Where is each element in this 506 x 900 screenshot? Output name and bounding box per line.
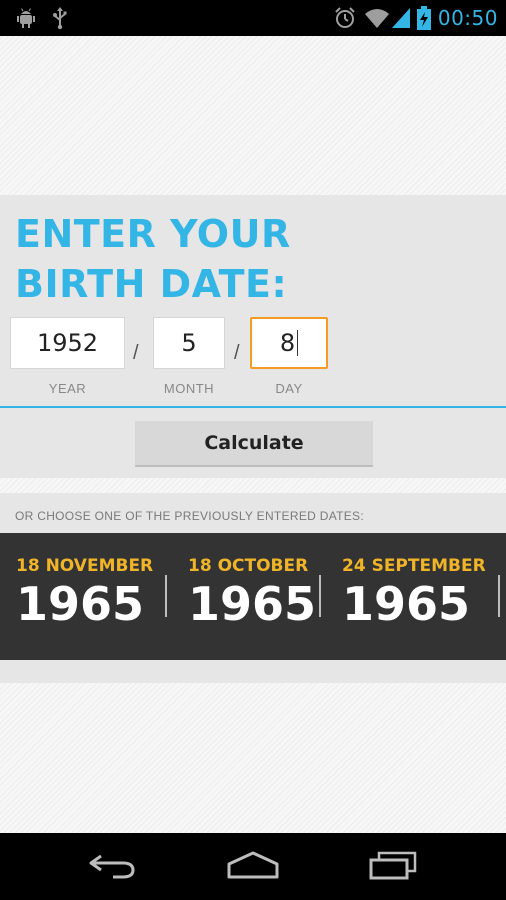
month-input[interactable]: 5	[153, 317, 225, 369]
wifi-icon	[364, 6, 390, 35]
usb-icon	[50, 6, 70, 35]
calculate-button[interactable]: Calculate	[135, 421, 373, 467]
back-button[interactable]	[78, 845, 148, 889]
recent-apps-button[interactable]	[358, 845, 428, 889]
status-bar: 00:50	[0, 0, 506, 36]
home-button[interactable]	[218, 845, 288, 889]
day-input[interactable]: 8	[250, 317, 328, 369]
day-value: 8	[279, 329, 296, 357]
day-label: DAY	[275, 381, 303, 396]
back-icon	[87, 850, 139, 885]
page-title-line1: ENTER YOUR	[15, 212, 291, 256]
year-value: 1952	[36, 329, 99, 357]
status-time: 00:50	[437, 6, 498, 30]
date-divider	[165, 575, 167, 617]
navigation-bar	[0, 833, 506, 900]
signal-icon	[390, 6, 412, 35]
previous-date-day-month: 18 OCTOBER	[188, 556, 309, 576]
alarm-icon	[333, 6, 357, 35]
date-separator: /	[133, 342, 139, 364]
android-debug-icon	[14, 6, 38, 35]
year-label: YEAR	[48, 381, 87, 396]
calculate-panel: Calculate	[0, 408, 506, 478]
date-divider	[319, 575, 321, 617]
previous-date-year: 1965	[188, 577, 317, 631]
battery-charging-icon	[416, 6, 432, 35]
previous-dates-list[interactable]: 18 NOVEMBER 1965 18 OCTOBER 1965 24 SEPT…	[0, 533, 506, 660]
previous-date-year: 1965	[342, 577, 471, 631]
birth-date-entry-panel: ENTER YOUR BIRTH DATE: 1952 / 5 / 8 YEAR…	[0, 195, 506, 407]
previous-date-day-month: 24 SEPTEMBER	[342, 556, 486, 576]
month-label: MONTH	[163, 381, 215, 396]
text-cursor	[297, 330, 299, 356]
year-input[interactable]: 1952	[10, 317, 125, 369]
home-icon	[226, 850, 280, 885]
previous-date-day-month: 18 NOVEMBER	[16, 556, 154, 576]
month-value: 5	[181, 329, 197, 357]
previous-date-year: 1965	[16, 577, 145, 631]
page-title-line2: BIRTH DATE:	[15, 262, 288, 306]
previous-dates-panel: OR CHOOSE ONE OF THE PREVIOUSLY ENTERED …	[0, 493, 506, 683]
previous-dates-label: OR CHOOSE ONE OF THE PREVIOUSLY ENTERED …	[15, 509, 364, 523]
date-separator: /	[234, 342, 240, 364]
recent-apps-icon	[367, 850, 419, 885]
date-divider	[498, 575, 500, 617]
